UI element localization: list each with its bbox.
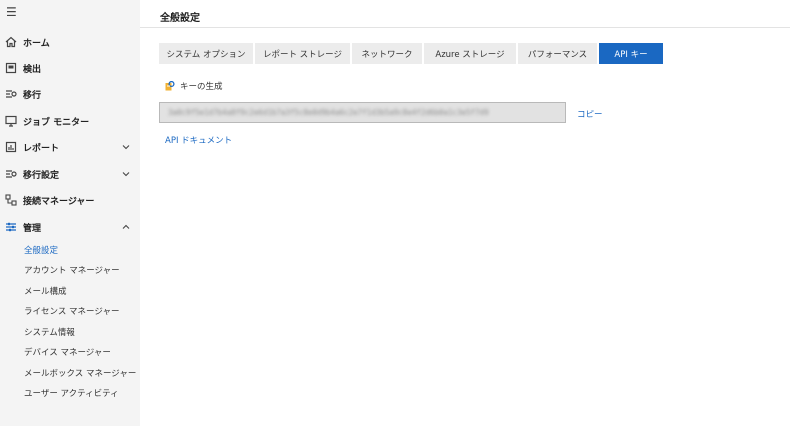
copy-link[interactable]: コピー [577,108,603,120]
sidebar-subitem-mailbox-manager[interactable]: メールボックス マネージャー [24,368,136,380]
sidebar-item-job-monitor[interactable]: ジョブ モニター [0,110,140,132]
key-generate-icon [165,80,175,91]
report-icon [5,141,17,153]
sidebar-item-home[interactable]: ホーム [0,31,140,53]
detect-icon [5,62,17,74]
monitor-icon [5,115,17,127]
sidebar-item-label: ジョブ モニター [23,117,90,128]
chevron-up-icon[interactable] [121,223,130,232]
tab-api-key[interactable]: API キー [599,43,663,64]
main-content: 全般設定 システム オプション レポート ストレージ ネットワーク Azure … [140,0,790,426]
home-icon [5,36,17,48]
generate-key-button[interactable]: キーの生成 [165,80,223,92]
sidebar-subitem-mail-config[interactable]: メール構成 [24,286,67,298]
tab-azure-storage[interactable]: Azure ストレージ [424,43,516,64]
tab-report-storage[interactable]: レポート ストレージ [255,43,350,64]
api-key-field[interactable]: 3a0c9f5e1d7b4a8f9c2e6d1b7a3f5c8e0d9b4a6c… [159,102,566,123]
tab-system-options[interactable]: システム オプション [159,43,253,64]
sidebar-item-admin[interactable]: 管理 [0,216,140,238]
sidebar-item-label: ホーム [23,38,50,49]
sidebar-subitem-user-activity[interactable]: ユーザー アクティビティ [24,388,119,400]
sidebar-subitem-general-settings[interactable]: 全般設定 [24,245,58,257]
connection-icon [5,194,17,206]
migration-settings-icon [5,168,17,180]
sidebar-subitem-license-manager[interactable]: ライセンス マネージャー [24,306,119,318]
sidebar-subitem-account-manager[interactable]: アカウント マネージャー [24,265,120,277]
page-title: 全般設定 [160,13,200,24]
sidebar-item-migration-settings[interactable]: 移行設定 [0,163,140,185]
sidebar-item-report[interactable]: レポート [0,136,140,158]
api-key-value: 3a0c9f5e1d7b4a8f9c2e6d1b7a3f5c8e0d9b4a6c… [168,108,489,117]
migration-icon [5,88,17,100]
sidebar-item-detect[interactable]: 検出 [0,57,140,79]
sidebar-item-label: 検出 [23,64,42,75]
chevron-down-icon[interactable] [121,143,130,152]
tab-bar: システム オプション レポート ストレージ ネットワーク Azure ストレージ… [159,43,665,64]
tab-performance[interactable]: パフォーマンス [518,43,597,64]
generate-key-label: キーの生成 [180,82,223,92]
divider [140,27,790,28]
admin-sliders-icon [5,221,17,233]
chevron-down-icon[interactable] [121,170,130,179]
sidebar-item-migration[interactable]: 移行 [0,83,140,105]
sidebar-item-connection-manager[interactable]: 接続マネージャー [0,189,140,211]
hamburger-menu-icon[interactable]: ☰ [6,6,17,18]
sidebar-item-label: 接続マネージャー [23,196,95,207]
sidebar-subitem-system-info[interactable]: システム情報 [24,327,75,339]
sidebar-subitem-device-manager[interactable]: デバイス マネージャー [24,347,111,359]
tab-network[interactable]: ネットワーク [352,43,422,64]
sidebar-item-label: 移行 [23,90,42,101]
sidebar: ☰ ホーム 検出 移行 ジョブ モニター レポート 移行設定 接続マネージャー … [0,0,140,426]
api-docs-link[interactable]: API ドキュメント [165,134,232,146]
